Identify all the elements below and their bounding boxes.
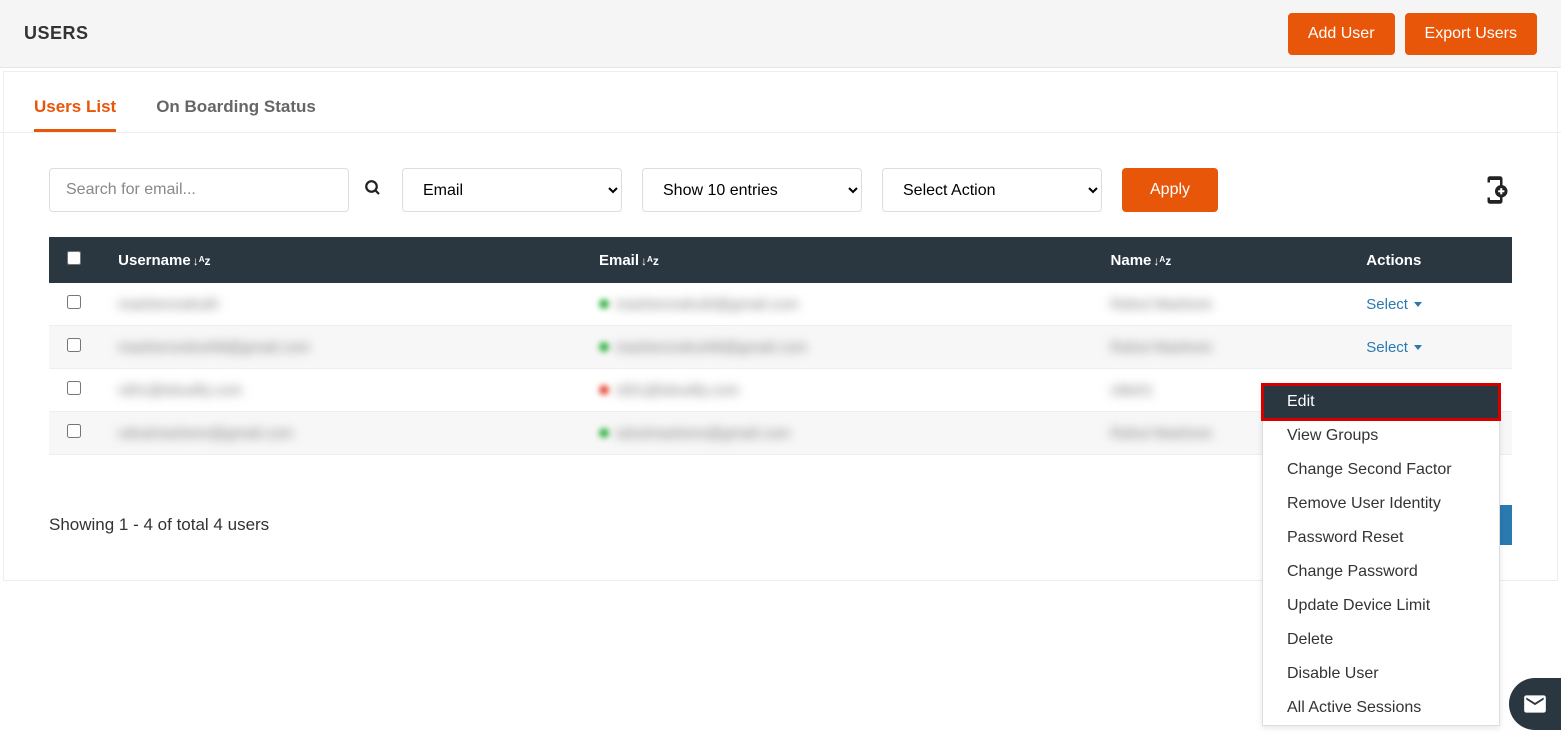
dropdown-item-delete[interactable]: Delete [1263, 623, 1499, 657]
cell-username: rd01@idoutify.com [118, 382, 242, 399]
row-checkbox[interactable] [67, 338, 81, 352]
controls-row: Email Show 10 entries Select Action Appl… [4, 133, 1557, 237]
cell-email: rd01@idoutify.com [615, 382, 739, 399]
row-checkbox[interactable] [67, 381, 81, 395]
sort-icon: ↓ᴬᴢ [193, 254, 211, 268]
cell-name: Rahul Mashore [1111, 339, 1213, 356]
dropdown-item-edit[interactable]: Edit [1263, 385, 1499, 419]
table-row: masherorahul0 masherorahul0@gmail.com Ra… [49, 283, 1512, 326]
cell-username: masherorahul0 [118, 296, 218, 313]
table-header-row: Username↓ᴬᴢ Email↓ᴬᴢ Name↓ᴬᴢ Actions [49, 237, 1512, 283]
dropdown-item-update-device-limit[interactable]: Update Device Limit [1263, 589, 1499, 623]
row-select-action[interactable]: Select [1366, 296, 1422, 313]
status-dot [599, 385, 609, 395]
filter-field-select[interactable]: Email [402, 168, 622, 212]
cell-username: rahulmashere@gmail.com [118, 425, 293, 442]
row-select-action[interactable]: Select [1366, 339, 1422, 356]
tab-users-list[interactable]: Users List [34, 97, 116, 132]
dropdown-item-view-groups[interactable]: View Groups [1263, 419, 1499, 453]
col-email[interactable]: Email↓ᴬᴢ [581, 237, 1093, 283]
col-username[interactable]: Username↓ᴬᴢ [100, 237, 581, 283]
dropdown-item-password-reset[interactable]: Password Reset [1263, 521, 1499, 555]
dropdown-item-all-active-sessions[interactable]: All Active Sessions [1263, 691, 1499, 725]
result-count: Showing 1 - 4 of total 4 users [49, 515, 269, 535]
action-select[interactable]: Select Action [882, 168, 1102, 212]
search-input[interactable] [49, 168, 349, 212]
sort-icon: ↓ᴬᴢ [641, 254, 659, 268]
page-header: USERS Add User Export Users [0, 0, 1561, 68]
cell-email: masherorahul0@gmail.com [615, 296, 799, 313]
add-device-icon[interactable] [1478, 173, 1512, 207]
col-name[interactable]: Name↓ᴬᴢ [1093, 237, 1349, 283]
cell-name: Rahul Mashore [1111, 296, 1213, 313]
dropdown-item-change-password[interactable]: Change Password [1263, 555, 1499, 589]
search-icon[interactable] [364, 179, 382, 202]
add-user-button[interactable]: Add User [1288, 13, 1395, 55]
apply-button[interactable]: Apply [1122, 168, 1218, 212]
col-checkbox [49, 237, 100, 283]
cell-email: rahulmashere@gmail.com [615, 425, 790, 442]
col-actions: Actions [1348, 237, 1512, 283]
chat-fab[interactable] [1509, 678, 1561, 730]
col-username-label: Username [118, 252, 191, 269]
col-email-label: Email [599, 252, 639, 269]
page-title: USERS [24, 23, 89, 44]
entries-select[interactable]: Show 10 entries [642, 168, 862, 212]
search-wrap [49, 168, 382, 212]
status-dot [599, 428, 609, 438]
mail-icon [1522, 691, 1548, 717]
tabs: Users List On Boarding Status [0, 72, 1561, 133]
select-all-checkbox[interactable] [67, 251, 81, 265]
dropdown-item-remove-user-identity[interactable]: Remove User Identity [1263, 487, 1499, 521]
table-row: masherorahul48@gmail.com masherorahul48@… [49, 326, 1512, 369]
actions-dropdown: EditView GroupsChange Second FactorRemov… [1262, 384, 1500, 726]
status-dot [599, 342, 609, 352]
dropdown-item-change-second-factor[interactable]: Change Second Factor [1263, 453, 1499, 487]
dropdown-item-disable-user[interactable]: Disable User [1263, 657, 1499, 691]
cell-username: masherorahul48@gmail.com [118, 339, 310, 356]
sort-icon: ↓ᴬᴢ [1153, 254, 1171, 268]
cell-name: rdte01 [1111, 382, 1154, 399]
status-dot [599, 299, 609, 309]
export-users-button[interactable]: Export Users [1405, 13, 1537, 55]
tab-onboarding-status[interactable]: On Boarding Status [156, 97, 316, 132]
row-checkbox[interactable] [67, 295, 81, 309]
col-name-label: Name [1111, 252, 1152, 269]
cell-email: masherorahul48@gmail.com [615, 339, 807, 356]
row-checkbox[interactable] [67, 424, 81, 438]
cell-name: Rahul Mashore [1111, 425, 1213, 442]
header-buttons: Add User Export Users [1288, 13, 1537, 55]
